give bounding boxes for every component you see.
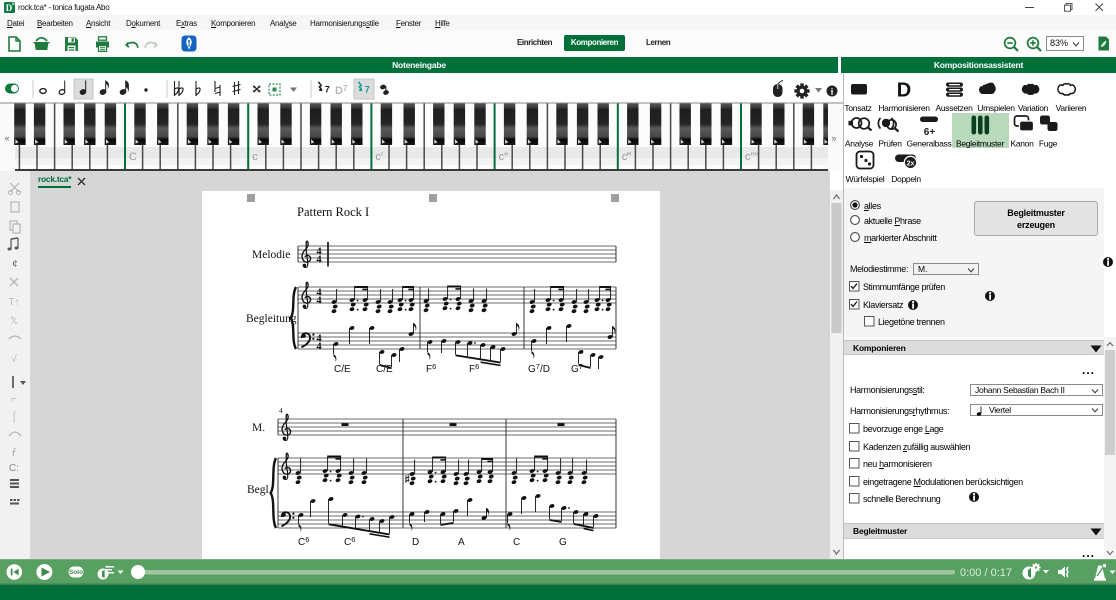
svg-text:D: D (412, 537, 419, 548)
svg-text:C6: C6 (344, 535, 355, 548)
svg-text:Variation: Variation (1018, 103, 1049, 113)
svg-text:0:00 / 0:17: 0:00 / 0:17 (960, 567, 1012, 579)
svg-text:2x: 2x (907, 161, 915, 168)
svg-text:C/E: C/E (334, 364, 351, 375)
svg-text:Generalbass: Generalbass (907, 139, 952, 149)
svg-text:4: 4 (316, 295, 322, 306)
svg-text:C: C (513, 537, 520, 548)
svg-text:6+: 6+ (924, 127, 936, 138)
svg-text:G7: G7 (571, 362, 583, 375)
svg-text:C/E: C/E (376, 364, 393, 375)
svg-text:Variieren: Variieren (1056, 103, 1087, 113)
svg-text:4: 4 (279, 406, 283, 415)
svg-text:Analyse: Analyse (845, 139, 874, 149)
svg-text:Begl.: Begl. (247, 484, 272, 496)
svg-text:Aussetzen: Aussetzen (936, 103, 974, 113)
svg-text:4: 4 (316, 254, 322, 265)
svg-text:G: G (559, 537, 567, 548)
svg-text:G7/D: G7/D (528, 362, 550, 375)
svg-text:F6: F6 (426, 362, 436, 375)
svg-text:M.: M. (252, 422, 265, 434)
svg-text:Tonsatz: Tonsatz (844, 103, 871, 113)
svg-text:C6: C6 (298, 535, 309, 548)
svg-text:Doppeln: Doppeln (891, 174, 921, 184)
svg-text:F6: F6 (469, 362, 479, 375)
svg-text:A: A (458, 537, 465, 548)
svg-text:Umspielen: Umspielen (977, 103, 1015, 113)
svg-text:Würfelspiel: Würfelspiel (846, 174, 885, 184)
svg-text:Pattern Rock I: Pattern Rock I (297, 205, 369, 219)
svg-text:Harmonisieren: Harmonisieren (878, 103, 930, 113)
svg-text:4: 4 (316, 341, 322, 352)
svg-text:D: D (897, 80, 911, 102)
svg-text:Prüfen: Prüfen (878, 139, 902, 149)
svg-text:Begleitmuster: Begleitmuster (956, 139, 1005, 149)
svg-text:Begleitung: Begleitung (246, 313, 297, 325)
svg-text:Solo: Solo (69, 569, 83, 576)
svg-text:Melodie: Melodie (252, 249, 290, 261)
svg-text:Kanon: Kanon (1010, 139, 1034, 149)
svg-text:Fuge: Fuge (1039, 139, 1058, 149)
